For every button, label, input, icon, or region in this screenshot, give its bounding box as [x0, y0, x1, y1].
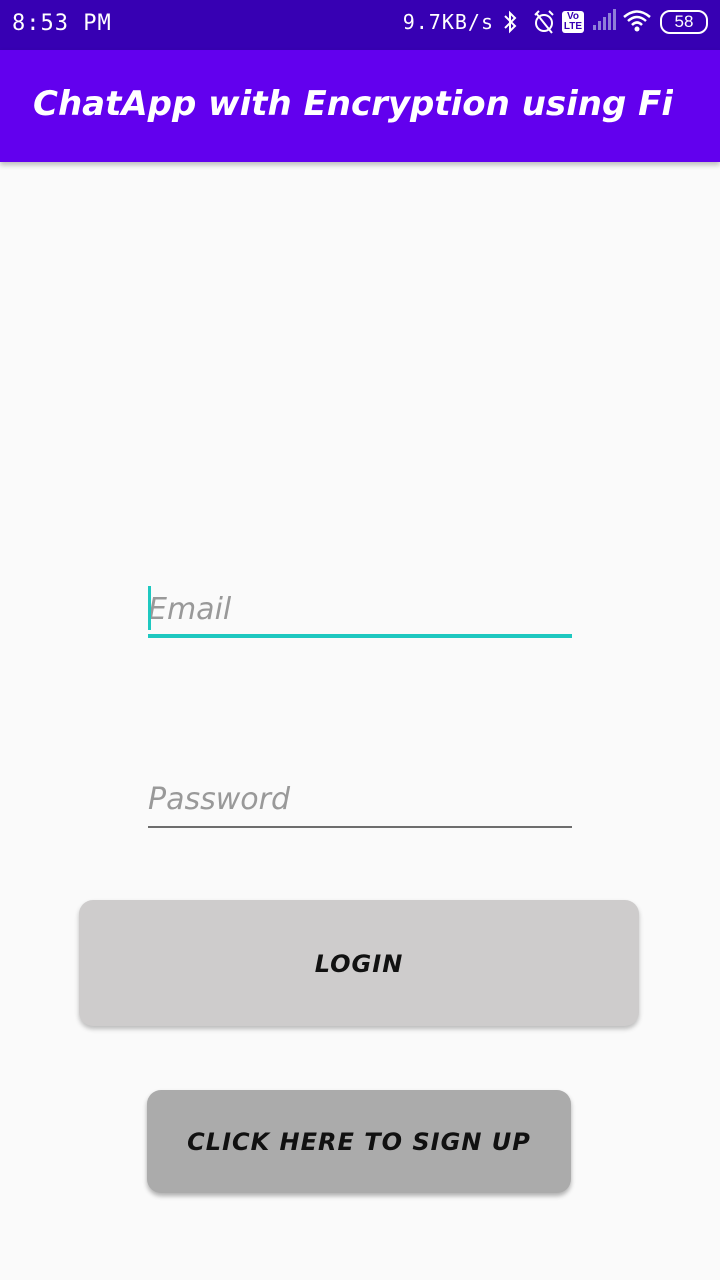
- alarm-off-icon: [532, 9, 554, 35]
- password-underline: [148, 826, 572, 828]
- network-speed: 9.7KB/s: [402, 10, 494, 34]
- email-underline: [148, 634, 572, 638]
- status-time: 8:53 PM: [12, 11, 112, 36]
- login-button[interactable]: LOGIN: [79, 900, 639, 1026]
- app-title: ChatApp with Encryption using Fireb…: [33, 84, 673, 124]
- app-bar: ChatApp with Encryption using Fireb…: [0, 50, 720, 162]
- status-bar: 8:53 PM 9.7KB/s Vo LTE 58: [0, 0, 720, 50]
- wifi-icon: [622, 9, 652, 35]
- signup-button[interactable]: CLICK HERE TO SIGN UP: [147, 1090, 571, 1193]
- text-cursor: [148, 586, 151, 630]
- password-input[interactable]: [148, 776, 572, 822]
- status-icons: 9.7KB/s Vo LTE 58: [403, 9, 708, 35]
- volte-icon: Vo LTE: [562, 11, 584, 33]
- battery-icon: 58: [660, 10, 708, 34]
- bluetooth-icon: [502, 9, 524, 35]
- signal-icon: [592, 9, 616, 35]
- password-field-container: [148, 776, 572, 828]
- email-field-container: [148, 586, 572, 638]
- email-input[interactable]: [148, 586, 572, 632]
